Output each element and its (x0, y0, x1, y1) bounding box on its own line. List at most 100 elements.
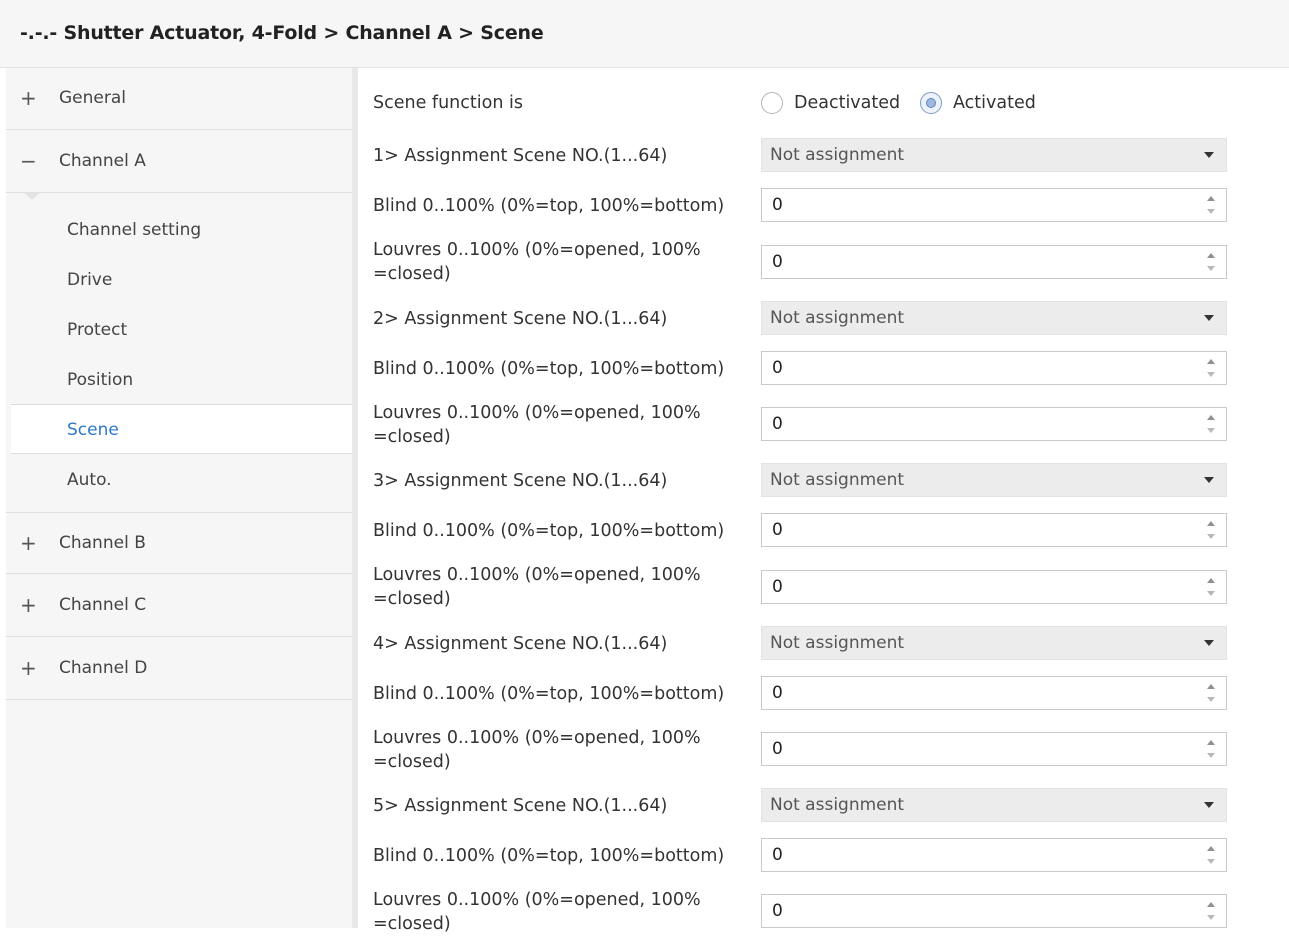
spin-down-icon[interactable] (1207, 859, 1215, 864)
input-value: 0 (772, 252, 783, 272)
input-value: 0 (772, 845, 783, 865)
spinner-arrows-icon[interactable] (1206, 253, 1216, 273)
scene-5-blind-input[interactable]: 0 (761, 838, 1227, 872)
spin-down-icon[interactable] (1207, 534, 1215, 539)
scene-3-louvres-label: Louvres 0..100% (0%=opened, 100% =closed… (373, 563, 701, 611)
scene-2-louvres-input[interactable]: 0 (761, 407, 1227, 441)
spin-up-icon[interactable] (1207, 740, 1215, 745)
sidebar-item-label: Protect (67, 320, 128, 340)
spinner-arrows-icon[interactable] (1206, 578, 1216, 598)
expanded-indicator-icon (24, 193, 40, 200)
sidebar-item-label: Channel B (59, 533, 146, 553)
louvres-label-line-1: Louvres 0..100% (0%=opened, 100% (373, 890, 701, 910)
input-value: 0 (772, 901, 783, 921)
spinner-arrows-icon[interactable] (1206, 415, 1216, 435)
chevron-down-icon (1204, 152, 1214, 158)
scene-3-assignment-select[interactable]: Not assignment (761, 463, 1227, 497)
input-value: 0 (772, 739, 783, 759)
scene-5-blind-label: Blind 0..100% (0%=top, 100%=bottom) (373, 846, 725, 866)
spinner-arrows-icon[interactable] (1206, 359, 1216, 379)
spin-up-icon[interactable] (1207, 846, 1215, 851)
scene-5-louvres-input[interactable]: 0 (761, 894, 1227, 928)
select-value: Not assignment (770, 795, 905, 815)
deactivated-radio[interactable] (761, 92, 783, 114)
scene-4-blind-input[interactable]: 0 (761, 676, 1227, 710)
spin-down-icon[interactable] (1207, 697, 1215, 702)
sidebar-item-channel-c[interactable]: + Channel C (6, 575, 354, 637)
spin-down-icon[interactable] (1207, 209, 1215, 214)
expand-plus-icon[interactable]: + (20, 532, 37, 554)
input-value: 0 (772, 577, 783, 597)
scene-4-louvres-input[interactable]: 0 (761, 732, 1227, 766)
sidebar-item-general[interactable]: + General (6, 68, 354, 130)
scene-2-assignment-select[interactable]: Not assignment (761, 301, 1227, 335)
title-bar: -.-.- Shutter Actuator, 4-Fold > Channel… (0, 0, 1289, 68)
spin-up-icon[interactable] (1207, 359, 1215, 364)
scene-4-assignment-select[interactable]: Not assignment (761, 626, 1227, 660)
spin-down-icon[interactable] (1207, 428, 1215, 433)
sidebar-item-channel-a[interactable]: − Channel A (6, 131, 354, 193)
spin-down-icon[interactable] (1207, 753, 1215, 758)
scene-4-blind-label: Blind 0..100% (0%=top, 100%=bottom) (373, 684, 725, 704)
scene-1-assignment-select[interactable]: Not assignment (761, 138, 1227, 172)
spin-up-icon[interactable] (1207, 684, 1215, 689)
scene-2-assignment-label: 2> Assignment Scene NO.(1...64) (373, 309, 668, 329)
sidebar-item-drive[interactable]: Drive (11, 255, 354, 305)
spin-down-icon[interactable] (1207, 372, 1215, 377)
expand-plus-icon[interactable]: + (20, 657, 37, 679)
scene-2-blind-input[interactable]: 0 (761, 351, 1227, 385)
radio-selected-dot (926, 98, 936, 108)
chevron-down-icon (1204, 802, 1214, 808)
select-value: Not assignment (770, 145, 905, 165)
activated-radio-label[interactable]: Activated (953, 90, 1036, 116)
spinner-arrows-icon[interactable] (1206, 196, 1216, 216)
louvres-label-line-1: Louvres 0..100% (0%=opened, 100% (373, 403, 701, 423)
sidebar-item-auto[interactable]: Auto. (11, 455, 354, 505)
input-value: 0 (772, 195, 783, 215)
deactivated-radio-label[interactable]: Deactivated (794, 90, 900, 116)
sidebar-item-channel-d[interactable]: + Channel D (6, 638, 354, 700)
sidebar-item-channel-b[interactable]: + Channel B (6, 512, 354, 574)
activated-radio[interactable] (920, 92, 942, 114)
expand-plus-icon[interactable]: + (20, 594, 37, 616)
chevron-down-icon (1204, 640, 1214, 646)
sidebar-item-channel-setting[interactable]: Channel setting (11, 205, 354, 255)
spin-up-icon[interactable] (1207, 902, 1215, 907)
scene-1-blind-label: Blind 0..100% (0%=top, 100%=bottom) (373, 196, 725, 216)
scene-3-louvres-input[interactable]: 0 (761, 570, 1227, 604)
spinner-arrows-icon[interactable] (1206, 902, 1216, 922)
spin-up-icon[interactable] (1207, 521, 1215, 526)
spin-down-icon[interactable] (1207, 915, 1215, 920)
collapse-minus-icon[interactable]: − (20, 150, 37, 172)
spin-down-icon[interactable] (1207, 591, 1215, 596)
spinner-arrows-icon[interactable] (1206, 521, 1216, 541)
scene-function-label: Scene function is (373, 93, 523, 113)
expand-plus-icon[interactable]: + (20, 87, 37, 109)
spin-down-icon[interactable] (1207, 266, 1215, 271)
spinner-arrows-icon[interactable] (1206, 740, 1216, 760)
spinner-arrows-icon[interactable] (1206, 684, 1216, 704)
sidebar-item-label: Position (67, 370, 134, 390)
sidebar-item-position[interactable]: Position (11, 355, 354, 405)
sidebar-item-scene[interactable]: Scene (11, 404, 357, 454)
louvres-label-line-2: =closed) (373, 914, 451, 934)
scene-3-blind-label: Blind 0..100% (0%=top, 100%=bottom) (373, 521, 725, 541)
scene-3-blind-input[interactable]: 0 (761, 513, 1227, 547)
sidebar-item-protect[interactable]: Protect (11, 305, 354, 355)
input-value: 0 (772, 414, 783, 434)
spinner-arrows-icon[interactable] (1206, 846, 1216, 866)
louvres-label-line-1: Louvres 0..100% (0%=opened, 100% (373, 240, 701, 260)
spin-up-icon[interactable] (1207, 578, 1215, 583)
spin-up-icon[interactable] (1207, 253, 1215, 258)
scene-1-louvres-input[interactable]: 0 (761, 245, 1227, 279)
scene-5-louvres-label: Louvres 0..100% (0%=opened, 100% =closed… (373, 888, 701, 936)
scene-5-assignment-select[interactable]: Not assignment (761, 788, 1227, 822)
select-value: Not assignment (770, 470, 905, 490)
louvres-label-line-1: Louvres 0..100% (0%=opened, 100% (373, 565, 701, 585)
sidebar-item-label: Drive (67, 270, 113, 290)
scene-1-blind-input[interactable]: 0 (761, 188, 1227, 222)
sidebar-item-label: Channel A (59, 151, 146, 171)
spin-up-icon[interactable] (1207, 415, 1215, 420)
input-value: 0 (772, 683, 783, 703)
spin-up-icon[interactable] (1207, 196, 1215, 201)
